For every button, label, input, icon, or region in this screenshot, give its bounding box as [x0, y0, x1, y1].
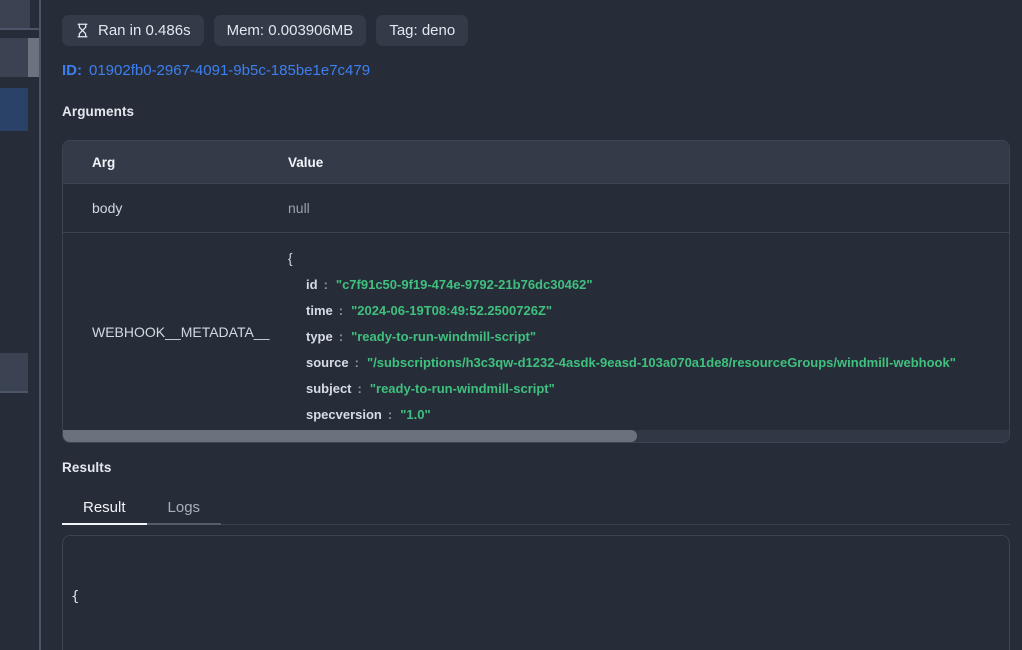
arguments-table: Arg Value body null WEBHOOK__METADATA__ …: [62, 140, 1010, 443]
column-header-value: Value: [288, 155, 1009, 170]
table-horizontal-scrollbar[interactable]: [63, 430, 1009, 442]
results-tabs: Result Logs: [62, 492, 1010, 525]
left-panel-block-top: [0, 0, 30, 28]
left-panel-fragment: [0, 0, 42, 650]
job-id-row: ID: 01902fb0-2967-4091-9b5c-185be1e7c479: [62, 62, 370, 79]
panel-split-divider[interactable]: [39, 0, 41, 650]
memory-badge: Mem: 0.003906MB: [214, 15, 367, 46]
left-panel-block: [0, 38, 30, 77]
webhook-metadata-json: { id:"c7f91c50-9f19-474e-9792-21b76dc304…: [288, 233, 1009, 431]
run-detail-main: Ran in 0.486s Mem: 0.003906MB Tag: deno …: [62, 0, 1010, 650]
tab-result[interactable]: Result: [62, 492, 147, 525]
arg-value-body: null: [288, 200, 1009, 216]
memory-badge-label: Mem: 0.003906MB: [227, 22, 354, 39]
arg-name-body: body: [63, 200, 288, 216]
runtime-badge: Ran in 0.486s: [62, 15, 204, 46]
arguments-table-header: Arg Value: [63, 141, 1009, 184]
result-open-brace: {: [71, 587, 1009, 607]
left-panel-selected-block[interactable]: [0, 88, 28, 131]
json-entry-time: time:"2024-06-19T08:49:52.2500726Z": [288, 298, 1009, 324]
run-detail-page: Ran in 0.486s Mem: 0.003906MB Tag: deno …: [0, 0, 1022, 650]
table-scrollbar-thumb[interactable]: [63, 430, 637, 442]
json-entry-id: id:"c7f91c50-9f19-474e-9792-21b76dc30462…: [288, 272, 1009, 298]
column-header-arg: Arg: [63, 155, 288, 170]
tab-logs[interactable]: Logs: [147, 492, 222, 525]
job-id-label: ID:: [62, 62, 82, 79]
json-entry-source: source:"/subscriptions/h3c3qw-d1232-4asd…: [288, 350, 1009, 376]
hourglass-icon: [75, 23, 90, 38]
left-panel-divider-line: [0, 28, 39, 30]
table-row-webhook-metadata: WEBHOOK__METADATA__ { id:"c7f91c50-9f19-…: [63, 233, 1009, 431]
left-panel-scrollbar-thumb[interactable]: [28, 38, 39, 77]
tag-badge-label: Tag: deno: [389, 22, 455, 39]
json-entry-type: type:"ready-to-run-windmill-script": [288, 324, 1009, 350]
arg-name-webhook-metadata: WEBHOOK__METADATA__: [63, 233, 288, 431]
result-code-block: { "str": "default arg", "union": "Hello …: [62, 535, 1010, 650]
run-stats-badges: Ran in 0.486s Mem: 0.003906MB Tag: deno: [62, 15, 468, 46]
json-open-brace: {: [288, 246, 1009, 272]
runtime-badge-label: Ran in 0.486s: [98, 22, 191, 39]
json-entry-subject: subject:"ready-to-run-windmill-script": [288, 376, 1009, 402]
results-section-title: Results: [62, 460, 111, 475]
left-panel-block-lower: [0, 353, 28, 393]
job-id-value[interactable]: 01902fb0-2967-4091-9b5c-185be1e7c479: [89, 62, 370, 79]
json-entry-specversion: specversion:"1.0": [288, 402, 1009, 428]
tag-badge: Tag: deno: [376, 15, 468, 46]
arguments-section-title: Arguments: [62, 104, 134, 119]
table-row-body: body null: [63, 184, 1009, 233]
